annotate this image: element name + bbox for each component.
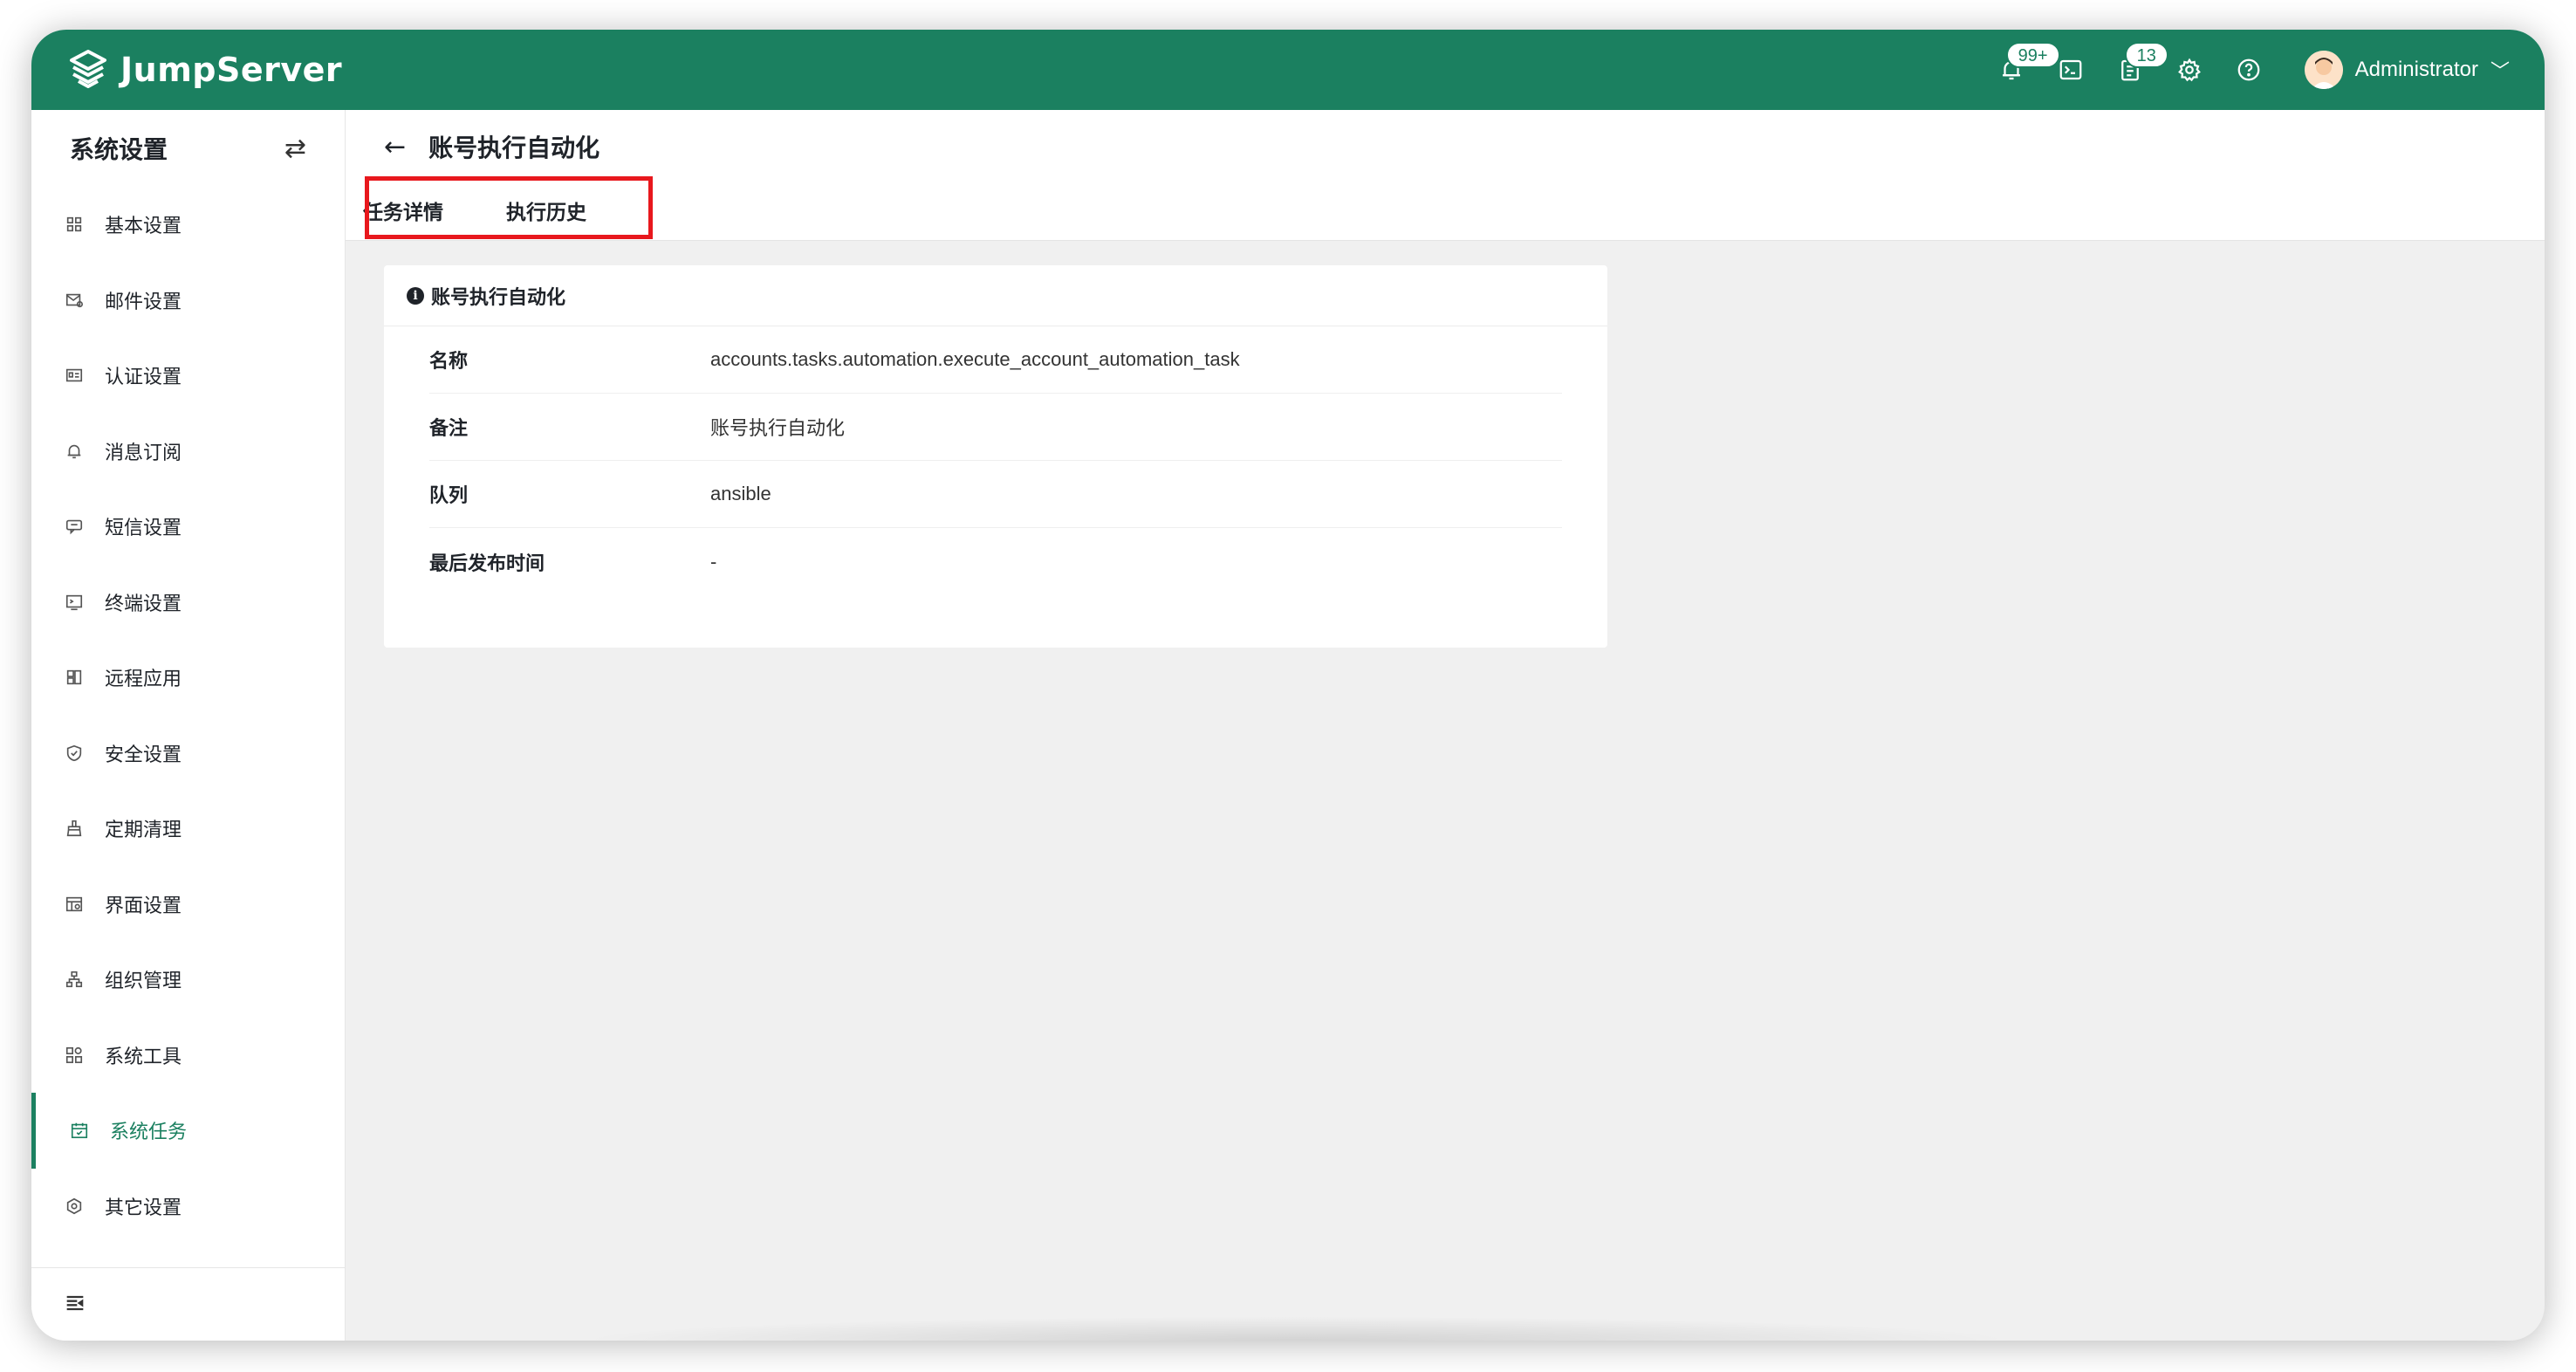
row-value: 账号执行自动化	[710, 417, 846, 439]
bottom-shadow	[572, 1316, 2021, 1341]
sidebar-item-label: 界面设置	[105, 895, 182, 917]
card-title: 账号执行自动化	[431, 286, 566, 309]
sidebar-item-label: 组织管理	[105, 971, 182, 993]
collapse-sidebar-button[interactable]	[63, 1291, 87, 1319]
card-header: i 账号执行自动化	[384, 265, 1607, 326]
sidebar-item-cleanup[interactable]: 定期清理	[31, 791, 345, 867]
grid-icon	[63, 213, 86, 236]
sidebar-item-label: 系统任务	[110, 1122, 188, 1144]
avatar	[2304, 51, 2343, 89]
terminal-icon	[2059, 59, 2081, 80]
app-icon	[63, 666, 86, 689]
brand-logo[interactable]: JumpServer	[66, 48, 342, 92]
sidebar-item-notifications[interactable]: 消息订阅	[31, 414, 345, 490]
detail-row-last-publish-time: 最后发布时间 -	[429, 528, 1562, 595]
user-avatar-icon	[2304, 51, 2343, 89]
sidebar-item-tools[interactable]: 系统工具	[31, 1018, 345, 1094]
hexagon-gear-icon	[63, 1195, 86, 1218]
sidebar-item-label: 终端设置	[105, 593, 182, 615]
sidebar-item-label: 远程应用	[105, 669, 182, 691]
bell-icon	[63, 440, 86, 463]
sidebar-item-sms[interactable]: 短信设置	[31, 489, 345, 565]
settings-button[interactable]	[2160, 40, 2219, 99]
user-menu[interactable]: Administrator ﹀	[2304, 51, 2510, 89]
org-icon	[63, 968, 86, 991]
brand-name: JumpServer	[120, 51, 343, 89]
sidebar-item-interface[interactable]: 界面设置	[31, 867, 345, 943]
sidebar-item-label: 认证设置	[105, 367, 182, 389]
sidebar-item-terminal[interactable]: 终端设置	[31, 565, 345, 641]
broom-icon	[63, 817, 86, 840]
row-label: 名称	[429, 351, 469, 373]
sidebar-item-email[interactable]: 邮件设置	[31, 263, 345, 339]
detail-row-name: 名称 accounts.tasks.automation.execute_acc…	[429, 326, 1562, 394]
sidebar-item-remote-apps[interactable]: 远程应用	[31, 640, 345, 716]
user-name: Administrator	[2354, 58, 2478, 81]
collapse-menu-icon	[66, 1295, 84, 1310]
question-icon	[2237, 58, 2259, 81]
task-detail-card: i 账号执行自动化 名称 accounts.tasks.automation.e…	[384, 265, 1607, 648]
chevron-down-icon: ﹀	[2490, 61, 2510, 83]
sidebar-item-organizations[interactable]: 组织管理	[31, 942, 345, 1018]
switch-view-icon[interactable]: ⇄	[284, 134, 306, 164]
sidebar-item-label: 安全设置	[105, 744, 182, 766]
tabs-highlight-annotation	[365, 176, 653, 239]
notifications-button[interactable]: 99+	[1982, 40, 2060, 99]
page-title-row: ← 账号执行自动化	[346, 110, 2545, 183]
terminal-icon	[63, 591, 86, 614]
sidebar: 系统设置 ⇄ 基本设置 邮件设置 认证设置 消息订阅 短信设置 终端设置 远程应…	[31, 110, 346, 1341]
info-icon: i	[407, 286, 424, 305]
row-value: ansible	[710, 483, 771, 504]
back-arrow-icon[interactable]: ←	[384, 132, 406, 162]
row-value: accounts.tasks.automation.execute_accoun…	[710, 348, 1240, 370]
sidebar-item-system-tasks[interactable]: 系统任务	[31, 1093, 345, 1169]
sidebar-item-label: 短信设置	[105, 518, 182, 540]
help-button[interactable]	[2219, 40, 2278, 99]
sidebar-item-label: 其它设置	[105, 1197, 182, 1219]
top-bar: JumpServer 99+ 13 Administrator ﹀	[31, 30, 2545, 110]
web-terminal-button[interactable]	[2041, 40, 2100, 99]
row-value: -	[710, 550, 717, 573]
tools-icon	[63, 1044, 86, 1067]
sidebar-item-auth[interactable]: 认证设置	[31, 338, 345, 414]
sidebar-item-label: 定期清理	[105, 820, 182, 842]
sidebar-menu: 基本设置 邮件设置 认证设置 消息订阅 短信设置 终端设置 远程应用 安全设置 …	[31, 187, 345, 1244]
message-icon	[63, 515, 86, 538]
detail-row-comment: 备注 账号执行自动化	[429, 394, 1562, 461]
detail-row-queue: 队列 ansible	[429, 461, 1562, 528]
sidebar-item-security[interactable]: 安全设置	[31, 716, 345, 792]
page-title: 账号执行自动化	[428, 134, 600, 162]
row-label: 备注	[429, 418, 469, 440]
sidebar-item-label: 消息订阅	[105, 442, 182, 464]
mail-settings-icon	[63, 289, 86, 312]
sidebar-item-basic[interactable]: 基本设置	[31, 187, 345, 263]
id-card-icon	[63, 364, 86, 387]
sidebar-item-other[interactable]: 其它设置	[31, 1169, 345, 1245]
sidebar-item-label: 基本设置	[105, 216, 182, 238]
detail-rows: 名称 accounts.tasks.automation.execute_acc…	[384, 326, 1607, 595]
calendar-icon	[68, 1119, 91, 1142]
layout-icon	[63, 893, 86, 916]
sidebar-title: 系统设置	[70, 135, 168, 164]
sidebar-footer	[31, 1267, 345, 1341]
page-header: ← 账号执行自动化 任务详情 执行历史	[346, 110, 2545, 241]
app-window: JumpServer 99+ 13 Administrator ﹀ 系统设置 ⇄…	[31, 30, 2545, 1341]
gear-icon	[2177, 58, 2201, 82]
sidebar-header: 系统设置 ⇄	[31, 110, 345, 187]
topbar-actions: 99+ 13 Administrator ﹀	[1982, 40, 2510, 99]
tickets-button[interactable]: 13	[2100, 40, 2168, 99]
row-label: 队列	[429, 485, 469, 507]
shield-icon	[63, 742, 86, 765]
row-label: 最后发布时间	[429, 552, 545, 575]
jumpserver-logo-icon	[70, 50, 106, 88]
sidebar-item-label: 邮件设置	[105, 291, 182, 313]
sidebar-item-label: 系统工具	[105, 1046, 182, 1068]
